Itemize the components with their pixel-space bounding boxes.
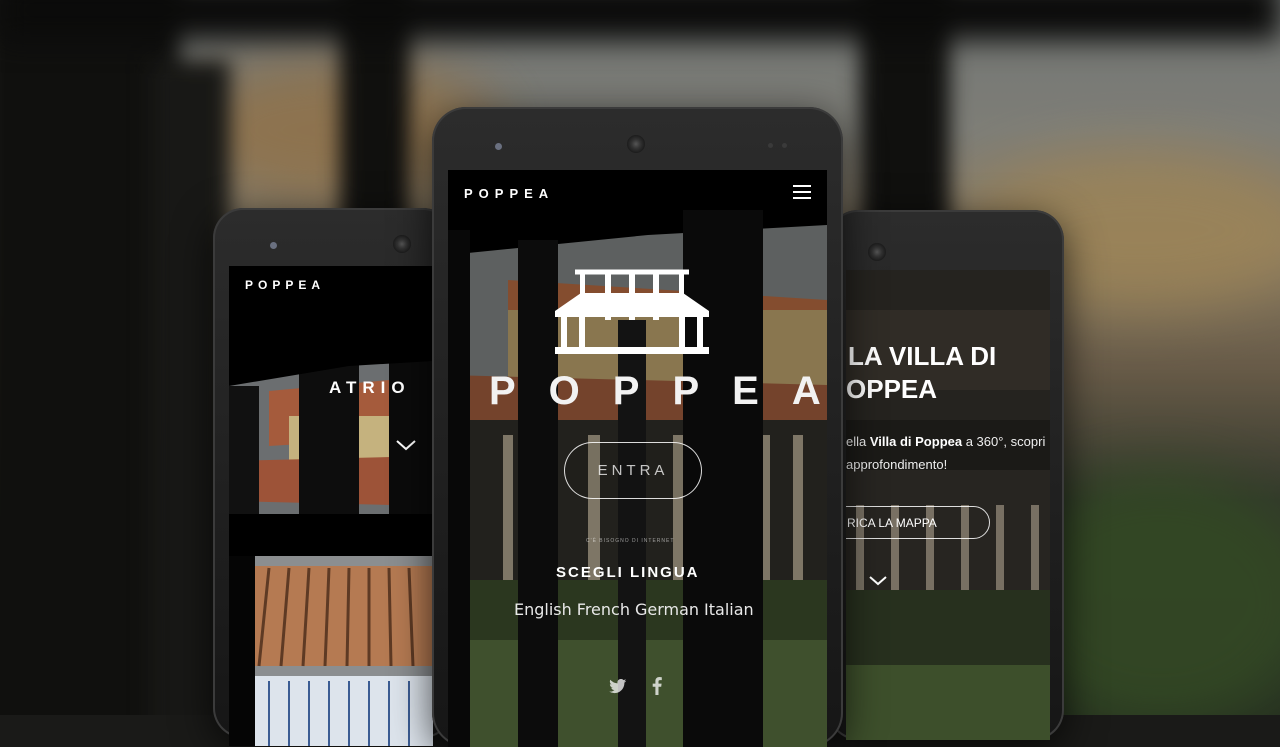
phone-center: POPPEA POPPEA ENTRA C'È BISOGNO DI INTER… — [432, 107, 843, 747]
phone-left: POPPEA ATRIO — [213, 208, 453, 746]
hamburger-menu-icon[interactable] — [793, 185, 811, 199]
load-map-button[interactable]: RICA LA MAPPA — [846, 506, 990, 539]
front-camera — [270, 242, 277, 249]
chevron-down-icon[interactable] — [868, 574, 888, 587]
language-german[interactable]: German — [635, 600, 699, 619]
right-phone-screen: LA VILLA DI OPPEA ella Villa di Poppea a… — [846, 270, 1050, 740]
earpiece-speaker — [868, 243, 886, 261]
front-camera — [495, 143, 502, 150]
villa-title-line2: OPPEA — [846, 374, 938, 404]
temple-villa-icon — [555, 269, 709, 354]
language-heading: SCEGLI LINGUA — [556, 564, 700, 581]
language-english[interactable]: English — [514, 600, 572, 619]
intro-text: ella Villa di Poppea a 360°, scopri appr… — [846, 434, 1046, 472]
hero-title: POPPEA — [489, 369, 827, 413]
enter-button[interactable]: ENTRA — [564, 442, 702, 499]
language-french[interactable]: French — [577, 600, 630, 619]
left-phone-screen: POPPEA ATRIO — [229, 266, 433, 746]
villa-title-line1: LA VILLA DI — [848, 341, 997, 371]
proximity-sensor — [768, 143, 773, 148]
light-sensor — [782, 143, 787, 148]
earpiece-speaker — [393, 235, 411, 253]
atrium-photo — [229, 266, 433, 746]
facebook-icon[interactable] — [652, 677, 662, 695]
center-phone-screen: POPPEA POPPEA ENTRA C'È BISOGNO DI INTER… — [448, 170, 827, 747]
earpiece-speaker — [627, 135, 645, 153]
section-title: ATRIO — [329, 378, 411, 397]
twitter-icon[interactable] — [609, 679, 627, 694]
language-list: English French German Italian — [514, 600, 759, 619]
language-italian[interactable]: Italian — [704, 600, 754, 619]
brand-title: POPPEA — [464, 186, 555, 201]
phone-right: LA VILLA DI OPPEA ella Villa di Poppea a… — [828, 210, 1064, 740]
internet-note: C'È BISOGNO DI INTERNET — [586, 538, 675, 544]
chevron-down-icon[interactable] — [395, 438, 417, 452]
brand-title: POPPEA — [245, 278, 326, 292]
